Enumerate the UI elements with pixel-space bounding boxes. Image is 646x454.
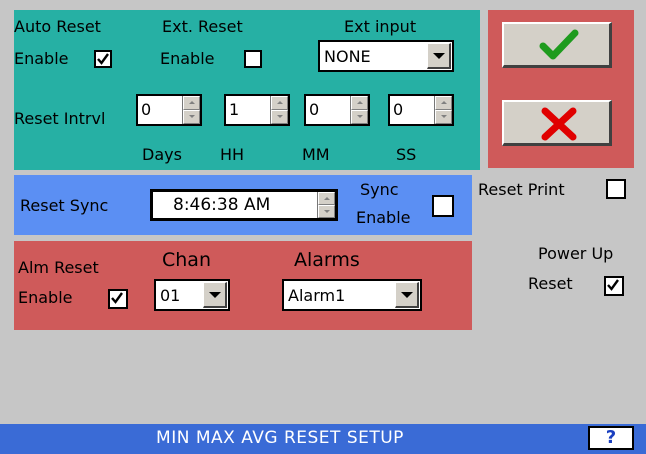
reset-settings-panel: Auto Reset Enable Ext. Reset Enable Ext …: [14, 10, 480, 170]
checkmark-icon: [539, 29, 579, 60]
power-up-reset-label: Reset: [528, 274, 573, 293]
ext-input-label: Ext input: [344, 17, 417, 36]
reset-ss-value: 0: [393, 100, 404, 119]
ss-unit-label: SS: [396, 145, 417, 164]
alm-reset-enable-checkbox[interactable]: [108, 289, 128, 309]
close-icon: [541, 107, 577, 141]
reset-sync-time-value: 8:46:38 AM: [173, 195, 271, 215]
alm-reset-label: Alm Reset: [18, 258, 99, 277]
footer-bar: MIN MAX AVG RESET SETUP ?: [0, 424, 646, 454]
spinner-buttons: [182, 96, 200, 124]
power-up-reset-checkbox[interactable]: [604, 276, 624, 296]
chan-select[interactable]: 01: [154, 279, 230, 311]
dropdown-arrow-icon[interactable]: [427, 43, 451, 69]
cancel-button[interactable]: [502, 100, 612, 146]
spinner-buttons: [434, 96, 452, 124]
checkmark-icon: [97, 53, 109, 65]
help-icon: ?: [605, 427, 617, 448]
spinner-buttons: [350, 96, 368, 124]
spin-up-icon[interactable]: [351, 96, 368, 110]
alm-reset-enable-label: Enable: [18, 288, 73, 307]
alarm-reset-panel: Alm Reset Enable Chan 01 Alarms Alarm1: [14, 241, 472, 330]
reset-sync-label: Reset Sync: [20, 196, 109, 215]
reset-mm-spinner[interactable]: 0: [304, 94, 370, 126]
auto-reset-enable-label: Enable: [14, 49, 69, 68]
sync-label: Sync: [360, 180, 399, 199]
help-button[interactable]: ?: [588, 426, 634, 450]
dropdown-arrow-icon[interactable]: [203, 282, 227, 308]
ext-reset-enable-label: Enable: [160, 49, 215, 68]
dropdown-arrow-icon[interactable]: [395, 282, 419, 308]
page-title: MIN MAX AVG RESET SETUP: [156, 428, 404, 448]
reset-hh-value: 1: [229, 100, 240, 119]
ext-input-select[interactable]: NONE: [318, 40, 454, 72]
spinner-buttons: [270, 96, 288, 124]
auto-reset-enable-checkbox[interactable]: [94, 50, 112, 68]
ext-reset-label: Ext. Reset: [162, 17, 243, 36]
alarms-select[interactable]: Alarm1: [282, 279, 422, 311]
action-panel: [488, 10, 634, 168]
spin-down-icon[interactable]: [435, 110, 452, 124]
chan-label: Chan: [162, 249, 211, 271]
spin-up-icon[interactable]: [318, 192, 335, 205]
spin-down-icon[interactable]: [271, 110, 288, 124]
spin-up-icon[interactable]: [183, 96, 200, 110]
reset-interval-label: Reset Intrvl: [14, 109, 106, 128]
sync-enable-label: Enable: [356, 208, 411, 227]
reset-print-label: Reset Print: [478, 180, 565, 199]
ext-input-value: NONE: [324, 47, 371, 66]
reset-print-checkbox[interactable]: [606, 179, 626, 199]
spin-up-icon[interactable]: [271, 96, 288, 110]
hh-unit-label: HH: [220, 145, 245, 164]
ok-button[interactable]: [502, 22, 612, 68]
spin-down-icon[interactable]: [318, 205, 335, 218]
spinner-buttons: [317, 192, 335, 218]
reset-sync-time-spinner[interactable]: 8:46:38 AM: [150, 189, 338, 221]
ext-reset-enable-checkbox[interactable]: [244, 50, 262, 68]
reset-days-spinner[interactable]: 0: [136, 94, 202, 126]
reset-hh-spinner[interactable]: 1: [224, 94, 290, 126]
alarms-label: Alarms: [294, 249, 360, 271]
sync-enable-checkbox[interactable]: [432, 195, 454, 217]
checkmark-icon: [607, 279, 619, 291]
spin-down-icon[interactable]: [351, 110, 368, 124]
alarms-value: Alarm1: [288, 286, 346, 305]
spin-up-icon[interactable]: [435, 96, 452, 110]
reset-sync-panel: Reset Sync 8:46:38 AM Sync Enable: [14, 175, 472, 235]
power-up-label: Power Up: [538, 244, 614, 263]
reset-mm-value: 0: [309, 100, 320, 119]
spin-down-icon[interactable]: [183, 110, 200, 124]
mm-unit-label: MM: [302, 145, 330, 164]
checkmark-icon: [111, 292, 123, 304]
reset-days-value: 0: [141, 100, 152, 119]
auto-reset-label: Auto Reset: [14, 17, 101, 36]
days-unit-label: Days: [142, 145, 182, 164]
chan-value: 01: [160, 286, 181, 305]
reset-ss-spinner[interactable]: 0: [388, 94, 454, 126]
